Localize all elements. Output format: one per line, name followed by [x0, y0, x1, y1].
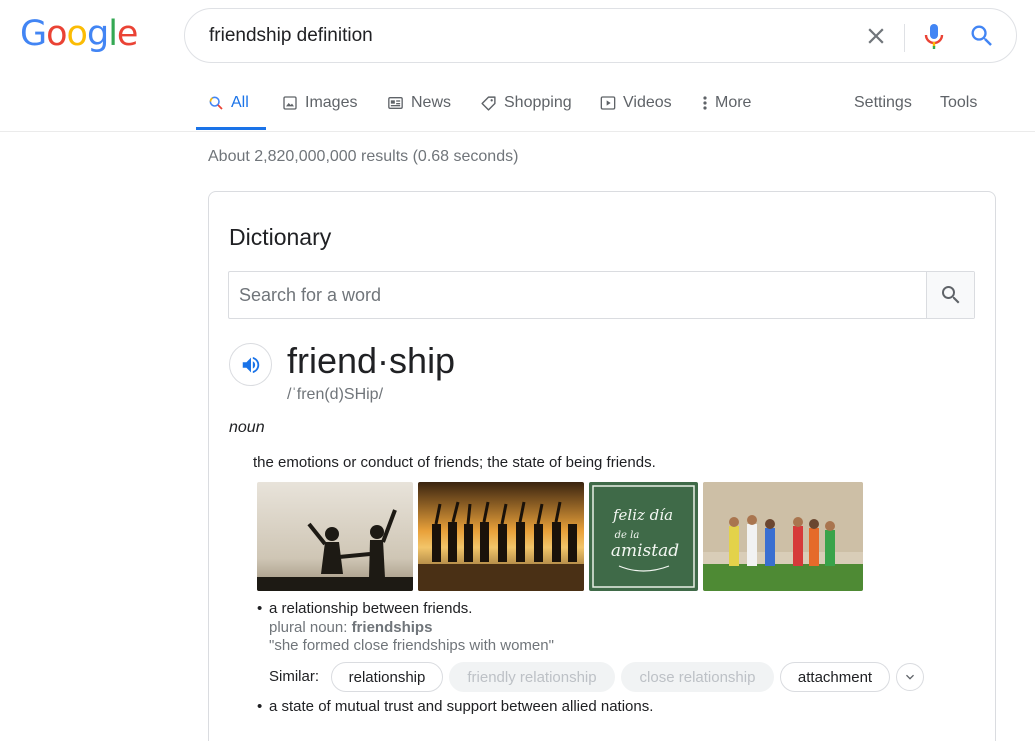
sense-definition: a state of mutual trust and support betw…: [269, 698, 654, 715]
bullet: •: [257, 698, 263, 715]
image-group-sunset[interactable]: [418, 482, 584, 591]
tab-all[interactable]: All: [208, 92, 249, 114]
main-definition: the emotions or conduct of friends; the …: [253, 454, 656, 471]
logo-letter: e: [116, 14, 139, 54]
tab-label: News: [411, 94, 452, 111]
headword: friend·ship: [287, 340, 456, 381]
search-input[interactable]: [209, 19, 849, 53]
amistad-text: amistad: [611, 541, 679, 561]
part-of-speech: noun: [229, 419, 265, 436]
plural-value: friendships: [351, 619, 433, 636]
tab-more[interactable]: More: [702, 92, 751, 114]
similar-label: Similar:: [269, 668, 320, 685]
logo-letter: o: [66, 14, 88, 54]
amistad-text: feliz día: [612, 506, 673, 524]
result-stats: About 2,820,000,000 results (0.68 second…: [208, 148, 519, 165]
similar-chip[interactable]: close relationship: [621, 662, 774, 692]
search-icon: [209, 96, 223, 110]
image-icon: [283, 96, 297, 110]
similar-chip[interactable]: relationship: [331, 662, 443, 692]
plural-label: plural noun:: [269, 619, 352, 636]
logo-letter: o: [46, 14, 67, 54]
google-logo[interactable]: Google: [20, 14, 139, 54]
similar-chip[interactable]: friendly relationship: [449, 662, 615, 692]
tab-news[interactable]: News: [387, 92, 451, 114]
dictionary-search: [228, 271, 975, 319]
tab-label: More: [715, 94, 752, 111]
search-tabs: All Images News Shopping Videos More Set…: [0, 82, 1035, 132]
tab-images[interactable]: Images: [282, 92, 357, 114]
amistad-text: de la: [615, 530, 640, 541]
settings-link[interactable]: Settings: [854, 92, 912, 114]
similar-chip[interactable]: attachment: [780, 662, 890, 692]
tag-icon: [481, 95, 496, 111]
plural-form: plural noun: friendships: [269, 619, 432, 636]
phonetic: /ˈfren(d)SHip/: [287, 386, 384, 403]
bullet: •: [257, 600, 263, 617]
search-icon: [941, 286, 959, 304]
usage-example: "she formed close friendships with women…: [269, 637, 554, 654]
tools-label: Tools: [940, 94, 978, 111]
active-tab-indicator: [196, 127, 266, 130]
tab-shopping[interactable]: Shopping: [480, 92, 572, 114]
play-icon: [600, 96, 616, 110]
search-box: [184, 8, 1017, 63]
chevron-down-icon: [906, 674, 914, 680]
sense-definition: a relationship between friends.: [269, 600, 473, 617]
tab-label: Shopping: [504, 94, 572, 111]
image-amistad-card[interactable]: feliz día de la amistad: [589, 482, 698, 591]
dictionary-search-button[interactable]: [926, 272, 974, 318]
speaker-icon: [242, 356, 259, 373]
image-silhouette-children[interactable]: [257, 482, 413, 591]
tab-label: Videos: [623, 94, 672, 111]
settings-label: Settings: [854, 94, 912, 111]
pronunciation-button[interactable]: [229, 343, 272, 386]
tools-link[interactable]: Tools: [940, 92, 977, 114]
more-vert-icon: [703, 96, 707, 110]
clear-icon[interactable]: [863, 23, 889, 49]
dictionary-card: Dictionary friend·ship /ˈfren(d)SHip/ no…: [208, 191, 996, 741]
expand-similar-button[interactable]: [896, 663, 924, 691]
tab-videos[interactable]: Videos: [600, 92, 672, 114]
dictionary-title: Dictionary: [229, 224, 332, 250]
search-divider: [904, 24, 905, 52]
tab-label: All: [231, 94, 249, 111]
microphone-icon[interactable]: [922, 22, 946, 50]
image-kids-walking[interactable]: [703, 482, 863, 591]
tab-label: Images: [305, 94, 358, 111]
logo-letter: g: [86, 14, 109, 54]
logo-letter: l: [108, 14, 118, 54]
logo-letter: G: [20, 14, 47, 54]
newspaper-icon: [388, 97, 403, 109]
dictionary-search-input[interactable]: [239, 280, 919, 310]
search-icon[interactable]: [968, 22, 996, 50]
